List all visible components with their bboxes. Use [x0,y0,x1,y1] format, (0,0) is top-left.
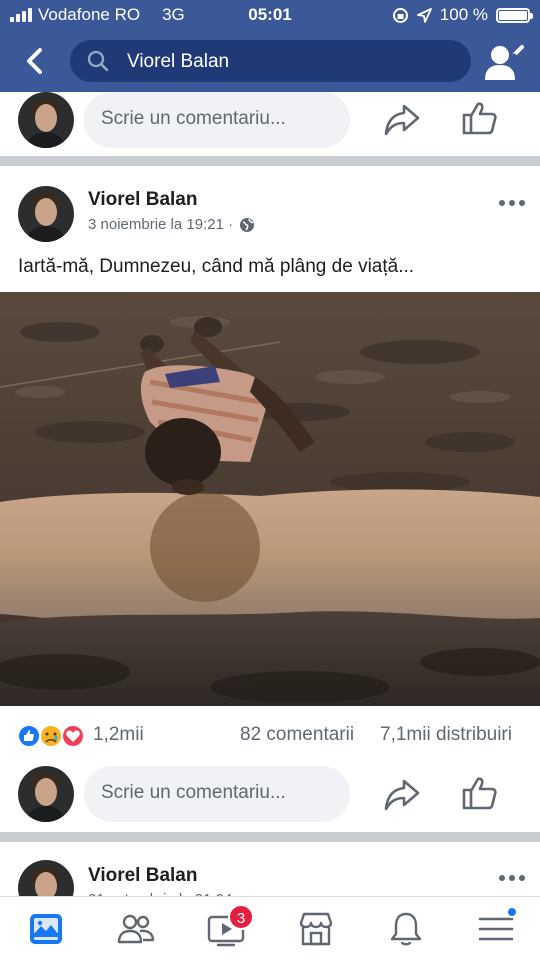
feed-divider [0,832,540,842]
reaction-count[interactable]: 1,2mii [93,724,144,746]
more-options-icon[interactable] [498,873,526,883]
share-count[interactable]: 7,1mii distribuiri [380,724,512,746]
status-bar: Vodafone RO 3G 05:01 100 % [0,0,540,32]
comment-input[interactable]: Scrie un comentariu... [84,766,350,822]
back-arrow-icon[interactable] [18,44,52,78]
globe-icon [240,217,255,232]
app-header: Vodafone RO 3G 05:01 100 % Viorel Balan [0,0,540,92]
comment-input[interactable]: Scrie un comentariu... [84,92,350,148]
location-arrow-icon [416,7,432,23]
avatar[interactable] [18,766,74,822]
profile-settings-icon[interactable] [484,43,524,81]
post-author[interactable]: Viorel Balan [88,189,197,211]
facebook-app-screen: Vodafone RO 3G 05:01 100 % Viorel Balan [0,0,540,960]
more-options-icon[interactable] [498,198,526,208]
avatar[interactable] [18,92,74,148]
watch-notification-badge: 3 [228,904,254,930]
post-photo[interactable] [0,292,540,706]
marketplace-icon[interactable] [296,909,336,949]
menu-notification-dot [506,906,518,918]
reaction-stats: 1,2mii 82 comentarii 7,1mii distribuiri [0,720,540,752]
share-icon[interactable] [382,100,422,140]
bottom-tab-bar [0,896,540,960]
friends-icon[interactable] [116,909,156,949]
post-author[interactable]: Viorel Balan [88,865,197,887]
post-meta: 3 noiembrie la 19:21 · [88,216,255,233]
author-avatar[interactable] [18,186,74,242]
search-input[interactable]: Viorel Balan [70,40,471,82]
post-text: Iartă-mă, Dumnezeu, când mă plâng de via… [18,256,415,277]
screen-lock-icon [392,7,408,23]
share-icon[interactable] [382,775,422,815]
comment-count[interactable]: 82 comentarii [240,724,354,746]
like-icon[interactable] [460,773,500,813]
reactions-icons[interactable] [16,723,88,749]
battery-percent: 100 % [439,5,488,24]
search-query: Viorel Balan [127,51,230,72]
feed-divider [0,156,540,166]
notifications-icon[interactable] [386,909,426,949]
like-icon[interactable] [460,98,500,138]
search-icon [87,50,109,72]
battery-icon [496,7,533,23]
post-date[interactable]: 3 noiembrie la 19:21 · [88,216,233,233]
news-feed-icon[interactable] [26,909,66,949]
